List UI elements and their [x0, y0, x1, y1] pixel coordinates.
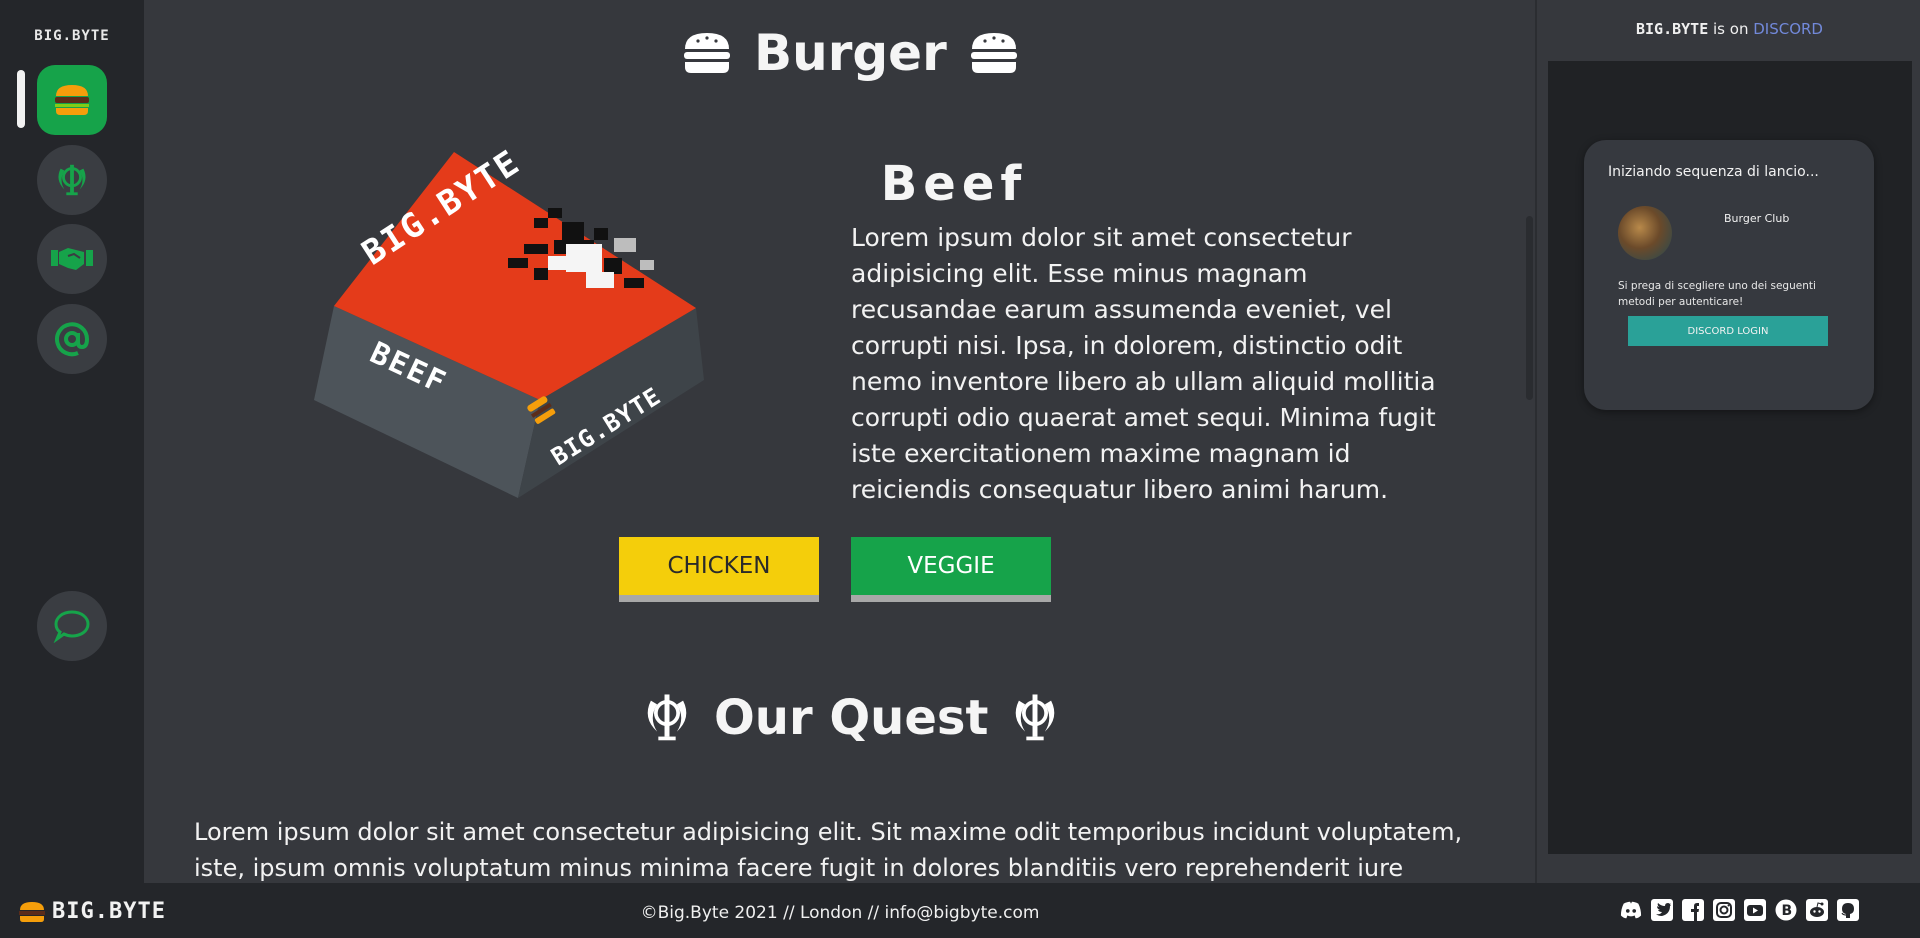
chat-bubble-icon [53, 610, 90, 643]
at-sign-icon [55, 322, 90, 357]
burger-section-title: Burger [682, 24, 1019, 82]
product-description: Lorem ipsum dolor sit amet consectetur a… [851, 223, 1436, 504]
github-icon[interactable] [1837, 899, 1859, 921]
sidebar-item-quest[interactable] [37, 145, 107, 215]
burger-box-illustration: BIG.BYTE BEEF BIG.BYTE [314, 142, 704, 498]
chicken-button[interactable]: CHICKEN [619, 537, 819, 595]
twitter-icon[interactable] [1651, 899, 1673, 921]
active-indicator [17, 70, 25, 128]
card-heading: Iniziando sequenza di lancio... [1608, 164, 1819, 180]
khanda-icon [58, 164, 86, 196]
discord-link[interactable]: DISCORD [1753, 20, 1823, 38]
discord-widget-frame: Iniziando sequenza di lancio... Burger C… [1548, 61, 1912, 854]
burger-icon [684, 33, 730, 73]
discord-header-middle: is on [1708, 20, 1754, 38]
sidebar-logo[interactable]: BIG.BYTE [0, 28, 144, 44]
svg-text:B: B [1782, 903, 1793, 919]
sidebar-item-partners[interactable] [37, 224, 107, 294]
sidebar-item-burger[interactable] [37, 65, 107, 135]
social-links: B [1620, 899, 1859, 921]
footer: BIG.BYTE ©Big.Byte 2021 // London // inf… [0, 883, 1920, 938]
server-name: Burger Club [1724, 212, 1790, 225]
instagram-icon[interactable] [1713, 899, 1735, 921]
khanda-icon [647, 694, 687, 741]
burger-title-text: Burger [754, 24, 947, 82]
discord-header-brand: BIG.BYTE [1636, 20, 1709, 38]
main-scrollbar-track[interactable] [1522, 0, 1535, 883]
main-scrollbar-thumb[interactable] [1526, 216, 1533, 400]
chat-button[interactable] [37, 591, 107, 661]
footer-copyright: ©Big.Byte 2021 // London // info@bigbyte… [640, 903, 1040, 923]
quest-title-text: Our Quest [714, 690, 989, 746]
veggie-button[interactable]: VEGGIE [851, 537, 1051, 595]
reddit-icon[interactable] [1806, 899, 1828, 921]
card-description: Si prega di scegliere uno dei seguenti m… [1618, 280, 1816, 308]
sidebar-item-contact[interactable] [37, 304, 107, 374]
beef-box-image: BIG.BYTE BEEF BIG.BYTE [304, 142, 724, 508]
main-content: Burger BIG.BYTE BEEF BIG.BYTE Beef Lorem… [144, 0, 1535, 883]
youtube-icon[interactable] [1744, 899, 1766, 921]
quest-description: Lorem ipsum dolor sit amet consectetur a… [194, 818, 1463, 882]
sidebar: BIG.BYTE [0, 0, 144, 883]
handshake-icon [51, 248, 93, 270]
discord-icon[interactable] [1620, 899, 1642, 921]
discord-panel: BIG.BYTE is on DISCORD Iniziando sequenz… [1535, 0, 1920, 883]
product-name: Beef [880, 156, 1028, 212]
khanda-icon [1016, 694, 1055, 741]
burger-icon [970, 33, 1017, 73]
discord-login-button[interactable]: DISCORD LOGIN [1628, 316, 1828, 346]
bitcoin-icon[interactable]: B [1775, 899, 1797, 921]
burger-icon [55, 85, 89, 115]
server-avatar [1618, 206, 1672, 260]
discord-login-card: Iniziando sequenza di lancio... Burger C… [1584, 140, 1874, 410]
quest-section-title: Our Quest [642, 690, 1060, 746]
discord-header: BIG.BYTE is on DISCORD [1537, 20, 1920, 38]
facebook-icon[interactable] [1682, 899, 1704, 921]
